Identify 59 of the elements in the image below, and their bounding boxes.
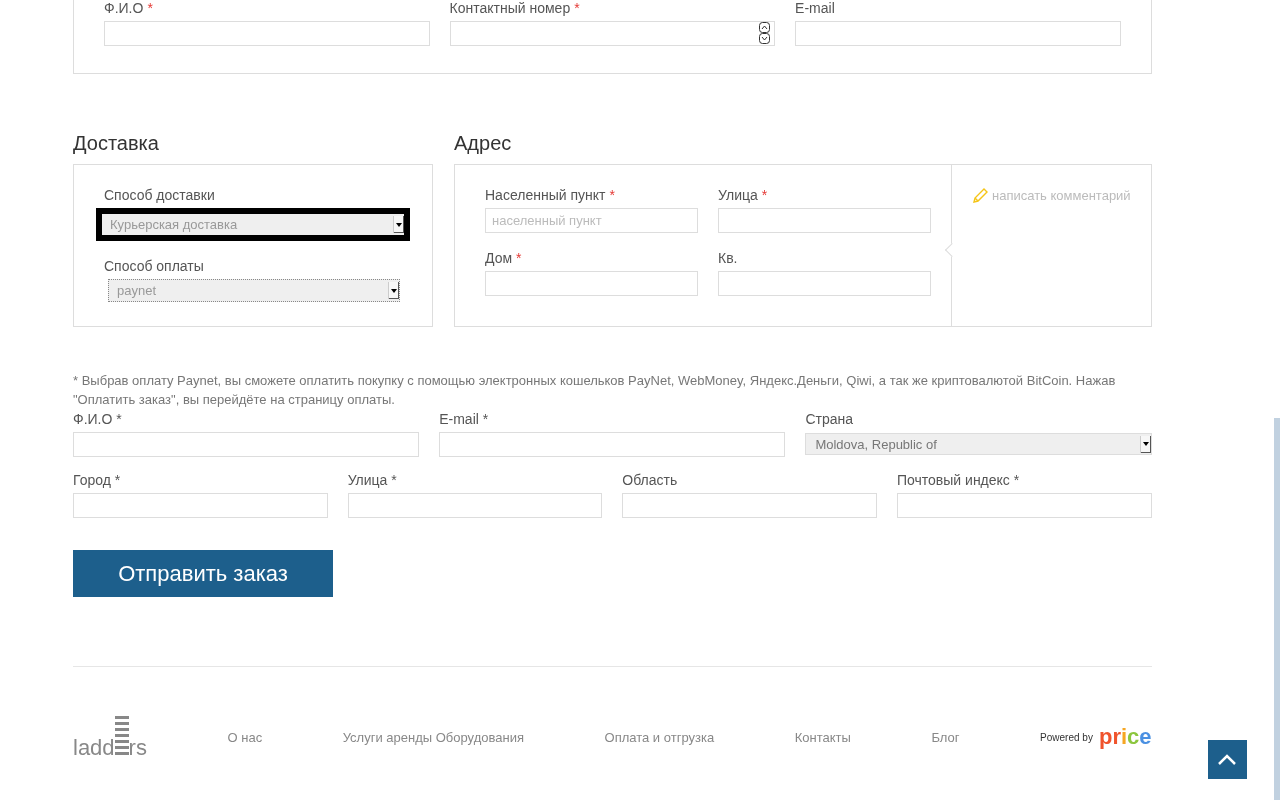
text-field[interactable]: [485, 271, 698, 296]
field-label: Улица *: [347, 472, 398, 488]
submit-button[interactable]: Отправить заказ: [73, 550, 333, 597]
brand-logo: price: [1098, 724, 1152, 750]
text-field[interactable]: [104, 21, 430, 46]
footer-link[interactable]: О нас: [227, 729, 263, 745]
text-field[interactable]: [622, 493, 877, 518]
text-field[interactable]: [347, 493, 603, 518]
required-mark: *: [516, 250, 522, 266]
field-label: Контактный номер *: [449, 0, 581, 16]
scroll-top-button[interactable]: [1207, 740, 1247, 779]
required-mark: *: [609, 187, 615, 203]
chevron-up-icon[interactable]: [759, 22, 771, 33]
footer-link[interactable]: Блог: [931, 729, 960, 745]
required-mark: *: [761, 187, 768, 203]
number-field[interactable]: [449, 21, 776, 46]
text-field[interactable]: [718, 208, 931, 233]
select-field[interactable]: Moldova, Republic of: [805, 433, 1152, 455]
text-field[interactable]: [718, 271, 931, 296]
caret-icon: [396, 222, 402, 227]
text-field[interactable]: [795, 21, 1121, 46]
field-label: Способ оплаты: [104, 258, 205, 274]
field-label: E-mail: [795, 0, 836, 16]
field-label: Город *: [73, 472, 122, 488]
footer-link[interactable]: Контакты: [794, 729, 851, 745]
field-label: Ф.И.О *: [73, 411, 123, 427]
select-field[interactable]: paynet: [108, 279, 400, 302]
field-label: Область: [622, 472, 679, 488]
text-field[interactable]: населенный пункт: [485, 208, 698, 233]
field-label: E-mail *: [439, 411, 490, 427]
chevron-up-icon: [1218, 754, 1237, 765]
required-mark: *: [574, 0, 580, 16]
caret-icon: [391, 288, 397, 293]
text-field[interactable]: [73, 432, 420, 457]
field-label: Улица *: [718, 187, 769, 203]
field-label: Почтовый индекс *: [896, 472, 1021, 488]
section-title: Доставка: [73, 132, 160, 155]
field-label: Ф.И.О *: [104, 0, 154, 16]
footer-link[interactable]: Оплата и отгрузка: [604, 729, 715, 745]
field-label: Способ доставки: [104, 187, 216, 203]
field-label: Населенный пункт *: [485, 187, 616, 203]
text-field[interactable]: [439, 432, 786, 457]
powered-by-text: Powered by: [1040, 731, 1093, 743]
select-field[interactable]: Курьерская доставка: [96, 208, 410, 241]
field-label: Страна: [805, 411, 855, 427]
comment-link[interactable]: написать комментарий: [952, 165, 1151, 226]
text-field[interactable]: [896, 493, 1152, 518]
text-field[interactable]: [73, 493, 328, 518]
logo: ladd rs: [73, 715, 147, 759]
field-label: Дом *: [485, 250, 523, 266]
pencil-icon: [972, 187, 989, 204]
footer-link[interactable]: Услуги аренды Оборудования: [342, 729, 524, 745]
field-label: Кв.: [718, 250, 739, 266]
required-mark: *: [147, 0, 153, 16]
chevron-down-icon[interactable]: [759, 33, 771, 44]
caret-icon: [1142, 442, 1149, 446]
section-title: Адрес: [454, 132, 513, 155]
payment-note: * Выбрав оплату Paynet, вы сможете оплатить покупку с помощью электронных кошельков PayNet, WebMoney, Яндекс.Деньги, Qiwi, а так же криптовалютой BitCoin. Нажав "Оплатить заказ", вы перейдёте на страницу оплаты.: [73, 372, 1117, 409]
scrollbar[interactable]: [1273, 418, 1280, 800]
